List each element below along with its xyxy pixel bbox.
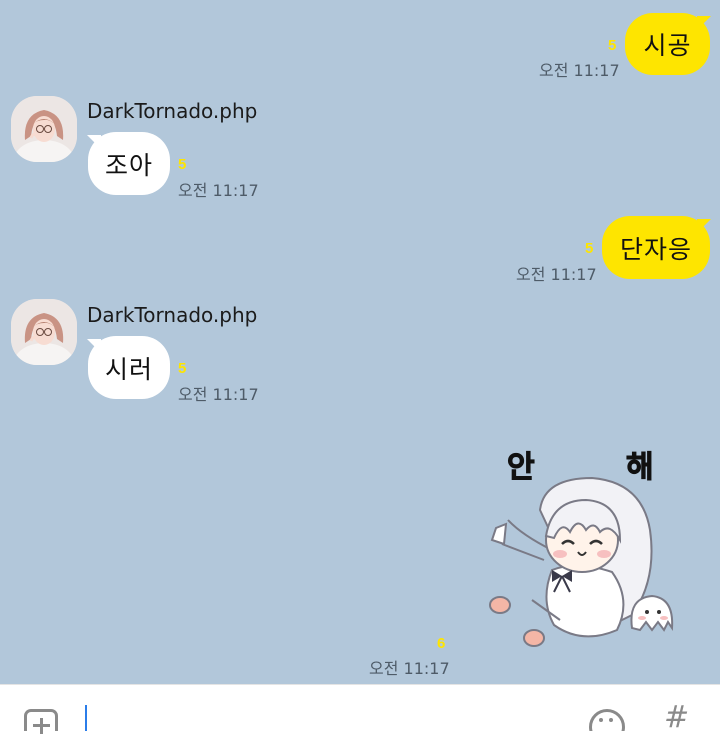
unread-count: 5 (178, 156, 187, 173)
plus-square-icon[interactable] (24, 709, 58, 734)
hashtag-icon[interactable]: # (664, 703, 689, 733)
message-input[interactable] (85, 705, 87, 731)
sender-name: DarkTornado.php (87, 99, 258, 123)
unread-count: 5 (178, 360, 187, 377)
message-time: 오전 11:17 (178, 385, 259, 404)
message-text: 시러 (104, 354, 153, 384)
my-message-bubble[interactable]: 단자응 (602, 216, 710, 279)
message-time: 오전 11:17 (178, 181, 259, 200)
message-input-bar: # (0, 684, 720, 734)
sticker-image[interactable] (482, 440, 682, 655)
message-time: 오전 11:17 (369, 659, 450, 678)
profile-photo (11, 96, 77, 162)
message-text: 단자응 (619, 234, 692, 264)
avatar[interactable] (11, 96, 77, 162)
chat-message-list[interactable]: 시공 5 오전 11:17 DarkTornado.php 조아 5 오전 11… (0, 0, 720, 684)
their-message-bubble[interactable]: 조아 (88, 132, 170, 195)
avatar[interactable] (11, 299, 77, 365)
message-text: 조아 (104, 150, 153, 180)
their-message-bubble[interactable]: 시러 (88, 336, 170, 399)
message-time: 오전 11:17 (516, 265, 597, 284)
sender-name: DarkTornado.php (87, 303, 258, 327)
emoji-face-icon[interactable] (589, 709, 625, 731)
message-time: 오전 11:17 (539, 61, 620, 80)
profile-photo (11, 299, 77, 365)
unread-count: 5 (608, 37, 617, 54)
unread-count: 5 (585, 240, 594, 257)
message-text: 시공 (643, 31, 692, 60)
unread-count: 6 (437, 635, 446, 652)
